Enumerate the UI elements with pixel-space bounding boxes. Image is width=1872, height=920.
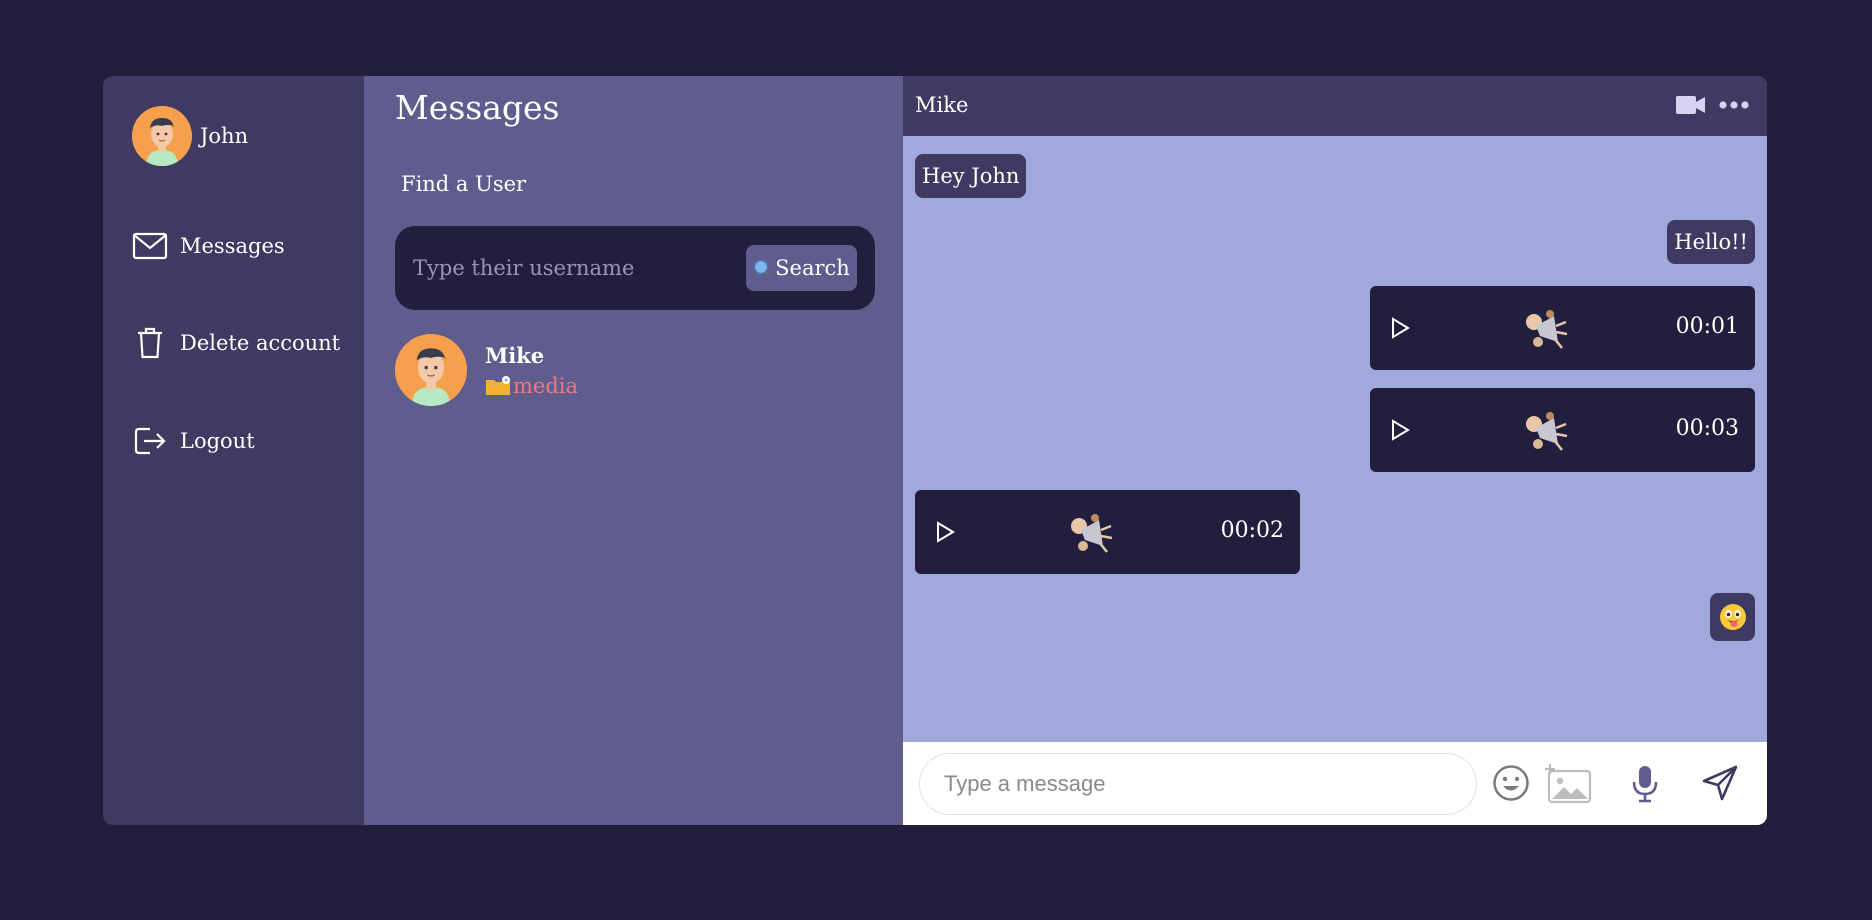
find-user-label: Find a User [401, 172, 527, 196]
image-upload-icon[interactable] [1544, 762, 1592, 804]
emoji-picker-icon[interactable] [1492, 764, 1530, 802]
sidebar-item-messages[interactable]: Messages [132, 228, 285, 264]
contact-preview: media [485, 374, 578, 398]
send-icon[interactable] [1701, 764, 1739, 802]
contact-info: Mike media [485, 343, 578, 398]
sidebar-item-label: Delete account [180, 331, 341, 355]
user-profile[interactable]: John [132, 106, 248, 166]
winking-tongue-emoji [1719, 604, 1746, 630]
sidebar: John Messages Delete account Logout [103, 76, 364, 825]
sidebar-item-label: Logout [180, 429, 255, 453]
message-bubble-incoming: Hey John [915, 154, 1027, 198]
play-icon[interactable] [1388, 316, 1412, 340]
search-icon [753, 259, 771, 277]
chat-header: Mike [903, 76, 1767, 136]
folder-icon [486, 375, 510, 395]
play-icon[interactable] [933, 520, 957, 544]
audio-message-outgoing: 00:01 [1370, 286, 1755, 370]
audio-duration: 00:02 [1220, 518, 1284, 543]
sidebar-item-logout[interactable]: Logout [132, 423, 255, 459]
contact-preview-text: media [513, 373, 579, 398]
audio-animation-icon [1526, 310, 1568, 349]
message-composer [903, 742, 1767, 825]
message-bubble-outgoing: Hello!! [1667, 220, 1755, 264]
emoji-message-outgoing [1710, 593, 1755, 641]
search-button-label: Search [775, 256, 850, 280]
contact-avatar [395, 334, 467, 406]
audio-duration: 00:03 [1675, 416, 1739, 441]
page-title: Messages [395, 88, 560, 127]
microphone-icon[interactable] [1630, 764, 1660, 804]
messages-panel: Messages Find a User Search [364, 76, 903, 825]
play-icon[interactable] [1388, 418, 1412, 442]
chat-title: Mike [915, 93, 969, 117]
search-box: Search [395, 226, 875, 310]
search-button[interactable]: Search [746, 245, 857, 291]
chat-panel: Mike Hey John Hello!! 00:01 00:03 00:02 [903, 76, 1767, 825]
message-input[interactable] [919, 753, 1477, 815]
more-options-icon[interactable] [1718, 98, 1750, 112]
user-avatar [132, 106, 192, 166]
app-window: John Messages Delete account Logout Mess… [103, 76, 1767, 825]
trash-icon [132, 325, 168, 361]
audio-message-outgoing: 00:03 [1370, 388, 1755, 472]
search-input[interactable] [413, 248, 733, 288]
audio-animation-icon [1071, 514, 1113, 553]
video-call-icon[interactable] [1676, 94, 1706, 116]
sidebar-item-delete-account[interactable]: Delete account [132, 325, 340, 361]
audio-duration: 00:01 [1675, 314, 1739, 339]
sidebar-item-label: Messages [180, 234, 285, 258]
audio-message-incoming: 00:02 [915, 490, 1300, 574]
contact-name: Mike [485, 342, 545, 368]
contact-item[interactable]: Mike media [395, 334, 578, 406]
user-name: John [200, 124, 249, 148]
mail-icon [132, 228, 168, 264]
audio-animation-icon [1526, 412, 1568, 451]
logout-icon [132, 423, 168, 459]
